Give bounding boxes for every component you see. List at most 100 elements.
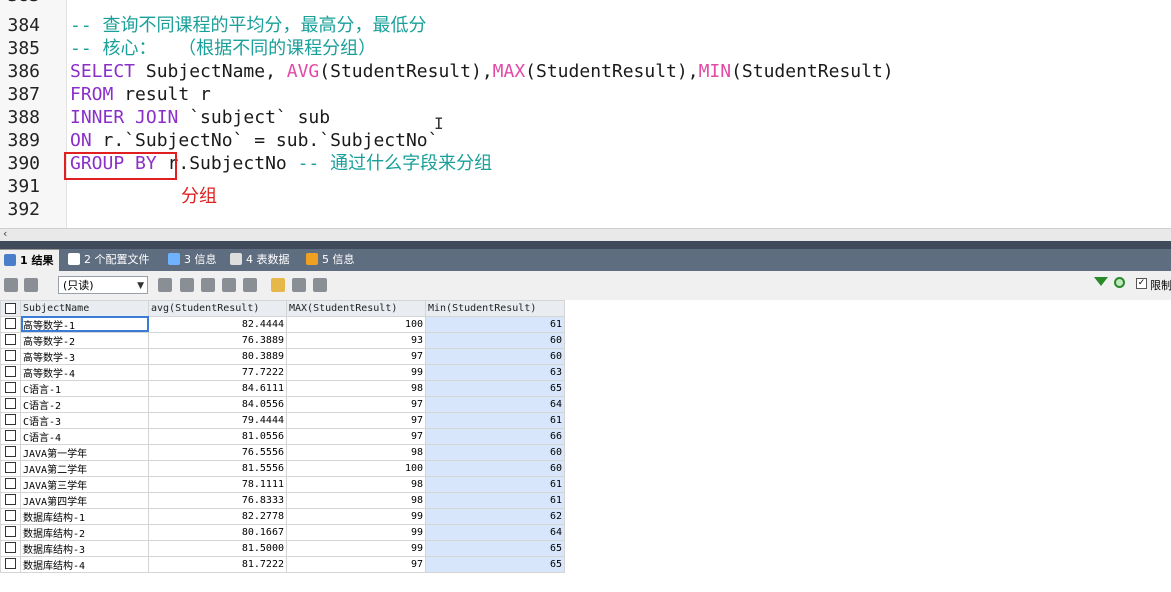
cell-avg[interactable]: 81.5000: [148, 539, 287, 557]
cell-avg[interactable]: 79.4444: [148, 411, 287, 429]
cell-subjectname[interactable]: 高等数学-3: [20, 347, 149, 365]
row-checkbox[interactable]: [0, 523, 21, 541]
cell-avg[interactable]: 81.5556: [148, 459, 287, 477]
table-row[interactable]: C语言-2 84.0556 97 64: [0, 395, 565, 413]
cell-avg[interactable]: 80.3889: [148, 347, 287, 365]
cell-max[interactable]: 99: [286, 539, 426, 557]
cell-avg[interactable]: 82.2778: [148, 507, 287, 525]
cell-subjectname[interactable]: 数据库结构-2: [20, 523, 149, 541]
select-all-checkbox[interactable]: [0, 300, 21, 317]
cell-max[interactable]: 99: [286, 507, 426, 525]
cell-min[interactable]: 60: [425, 443, 565, 461]
cell-max[interactable]: 97: [286, 427, 426, 445]
cell-min[interactable]: 62: [425, 507, 565, 525]
cell-avg[interactable]: 76.5556: [148, 443, 287, 461]
tab-result-2[interactable]: 2 个配置文件: [64, 249, 156, 271]
cell-max[interactable]: 100: [286, 315, 426, 333]
copy-menu-icon[interactable]: [24, 278, 38, 292]
row-checkbox[interactable]: [0, 539, 21, 557]
cell-avg[interactable]: 81.7222: [148, 555, 287, 573]
scroll-left-icon[interactable]: ‹: [3, 227, 7, 240]
save-icon[interactable]: [201, 278, 215, 292]
cell-max[interactable]: 98: [286, 443, 426, 461]
cell-min[interactable]: 60: [425, 347, 565, 365]
row-checkbox[interactable]: [0, 331, 21, 349]
table-row[interactable]: JAVA第一学年 76.5556 98 60: [0, 443, 565, 461]
table-row[interactable]: 高等数学-3 80.3889 97 60: [0, 347, 565, 365]
add-row-icon[interactable]: [158, 278, 172, 292]
cell-subjectname[interactable]: C语言-2: [20, 395, 149, 413]
table-row[interactable]: JAVA第三学年 78.1111 98 61: [0, 475, 565, 493]
row-checkbox[interactable]: [0, 411, 21, 429]
delete-icon[interactable]: [222, 278, 236, 292]
cell-max[interactable]: 97: [286, 347, 426, 365]
cell-max[interactable]: 97: [286, 411, 426, 429]
cell-max[interactable]: 98: [286, 379, 426, 397]
cell-avg[interactable]: 77.7222: [148, 363, 287, 381]
cell-subjectname[interactable]: C语言-4: [20, 427, 149, 445]
column-header-max[interactable]: MAX(StudentResult): [286, 300, 426, 317]
cell-subjectname[interactable]: 数据库结构-4: [20, 555, 149, 573]
cell-avg[interactable]: 80.1667: [148, 523, 287, 541]
cell-subjectname[interactable]: JAVA第一学年: [20, 443, 149, 461]
cell-max[interactable]: 98: [286, 475, 426, 493]
row-checkbox[interactable]: [0, 507, 21, 525]
cell-min[interactable]: 65: [425, 379, 565, 397]
duplicate-row-icon[interactable]: [180, 278, 194, 292]
cell-subjectname[interactable]: 高等数学-1: [20, 315, 149, 333]
cell-subjectname[interactable]: 数据库结构-1: [20, 507, 149, 525]
tab-result-4[interactable]: 4 表数据: [226, 249, 296, 271]
table-row[interactable]: JAVA第二学年 81.5556 100 60: [0, 459, 565, 477]
editor-horizontal-scrollbar[interactable]: ‹: [0, 227, 1171, 241]
table-row[interactable]: 数据库结构-4 81.7222 97 65: [0, 555, 565, 573]
cell-max[interactable]: 97: [286, 395, 426, 413]
column-header-avg[interactable]: avg(StudentResult): [148, 300, 287, 317]
readonly-select[interactable]: (只读) ▼: [58, 276, 148, 294]
form-view-icon[interactable]: [292, 278, 306, 292]
table-row[interactable]: 高等数学-2 76.3889 93 60: [0, 331, 565, 349]
cell-subjectname[interactable]: C语言-3: [20, 411, 149, 429]
cell-min[interactable]: 60: [425, 331, 565, 349]
row-checkbox[interactable]: [0, 395, 21, 413]
row-checkbox[interactable]: [0, 427, 21, 445]
column-header-subjectname[interactable]: SubjectName: [20, 300, 149, 317]
cell-min[interactable]: 65: [425, 539, 565, 557]
cell-min[interactable]: 61: [425, 411, 565, 429]
cell-subjectname[interactable]: 高等数学-2: [20, 331, 149, 349]
cell-min[interactable]: 65: [425, 555, 565, 573]
text-view-icon[interactable]: [313, 278, 327, 292]
table-row[interactable]: C语言-1 84.6111 98 65: [0, 379, 565, 397]
cell-avg[interactable]: 76.3889: [148, 331, 287, 349]
cell-max[interactable]: 100: [286, 459, 426, 477]
column-header-min[interactable]: Min(StudentResult): [425, 300, 565, 317]
sql-editor[interactable]: 383 384 -- 查询不同课程的平均分，最高分，最低分 385 -- 核心： （根据…: [0, 0, 1171, 228]
cell-min[interactable]: 63: [425, 363, 565, 381]
cell-avg[interactable]: 81.0556: [148, 427, 287, 445]
cell-min[interactable]: 61: [425, 315, 565, 333]
table-row[interactable]: 高等数学-4 77.7222 99 63: [0, 363, 565, 381]
table-row[interactable]: 数据库结构-2 80.1667 99 64: [0, 523, 565, 541]
reload-icon[interactable]: [1114, 277, 1125, 288]
cell-max[interactable]: 99: [286, 363, 426, 381]
limit-checkbox[interactable]: ✓: [1136, 278, 1147, 289]
refresh-grid-icon[interactable]: [243, 278, 257, 292]
row-checkbox[interactable]: [0, 443, 21, 461]
export-icon[interactable]: [4, 278, 18, 292]
cell-max[interactable]: 93: [286, 331, 426, 349]
cell-subjectname[interactable]: JAVA第三学年: [20, 475, 149, 493]
row-checkbox[interactable]: [0, 315, 21, 333]
row-checkbox[interactable]: [0, 347, 21, 365]
cell-avg[interactable]: 84.6111: [148, 379, 287, 397]
row-checkbox[interactable]: [0, 459, 21, 477]
cell-min[interactable]: 64: [425, 523, 565, 541]
row-checkbox[interactable]: [0, 491, 21, 509]
table-row[interactable]: JAVA第四学年 76.8333 98 61: [0, 491, 565, 509]
cell-avg[interactable]: 82.4444: [148, 315, 287, 333]
filter-icon[interactable]: [1094, 277, 1108, 286]
table-row[interactable]: C语言-4 81.0556 97 66: [0, 427, 565, 445]
cell-subjectname[interactable]: C语言-1: [20, 379, 149, 397]
cell-min[interactable]: 64: [425, 395, 565, 413]
cell-min[interactable]: 66: [425, 427, 565, 445]
table-row[interactable]: 数据库结构-1 82.2778 99 62: [0, 507, 565, 525]
table-row[interactable]: C语言-3 79.4444 97 61: [0, 411, 565, 429]
